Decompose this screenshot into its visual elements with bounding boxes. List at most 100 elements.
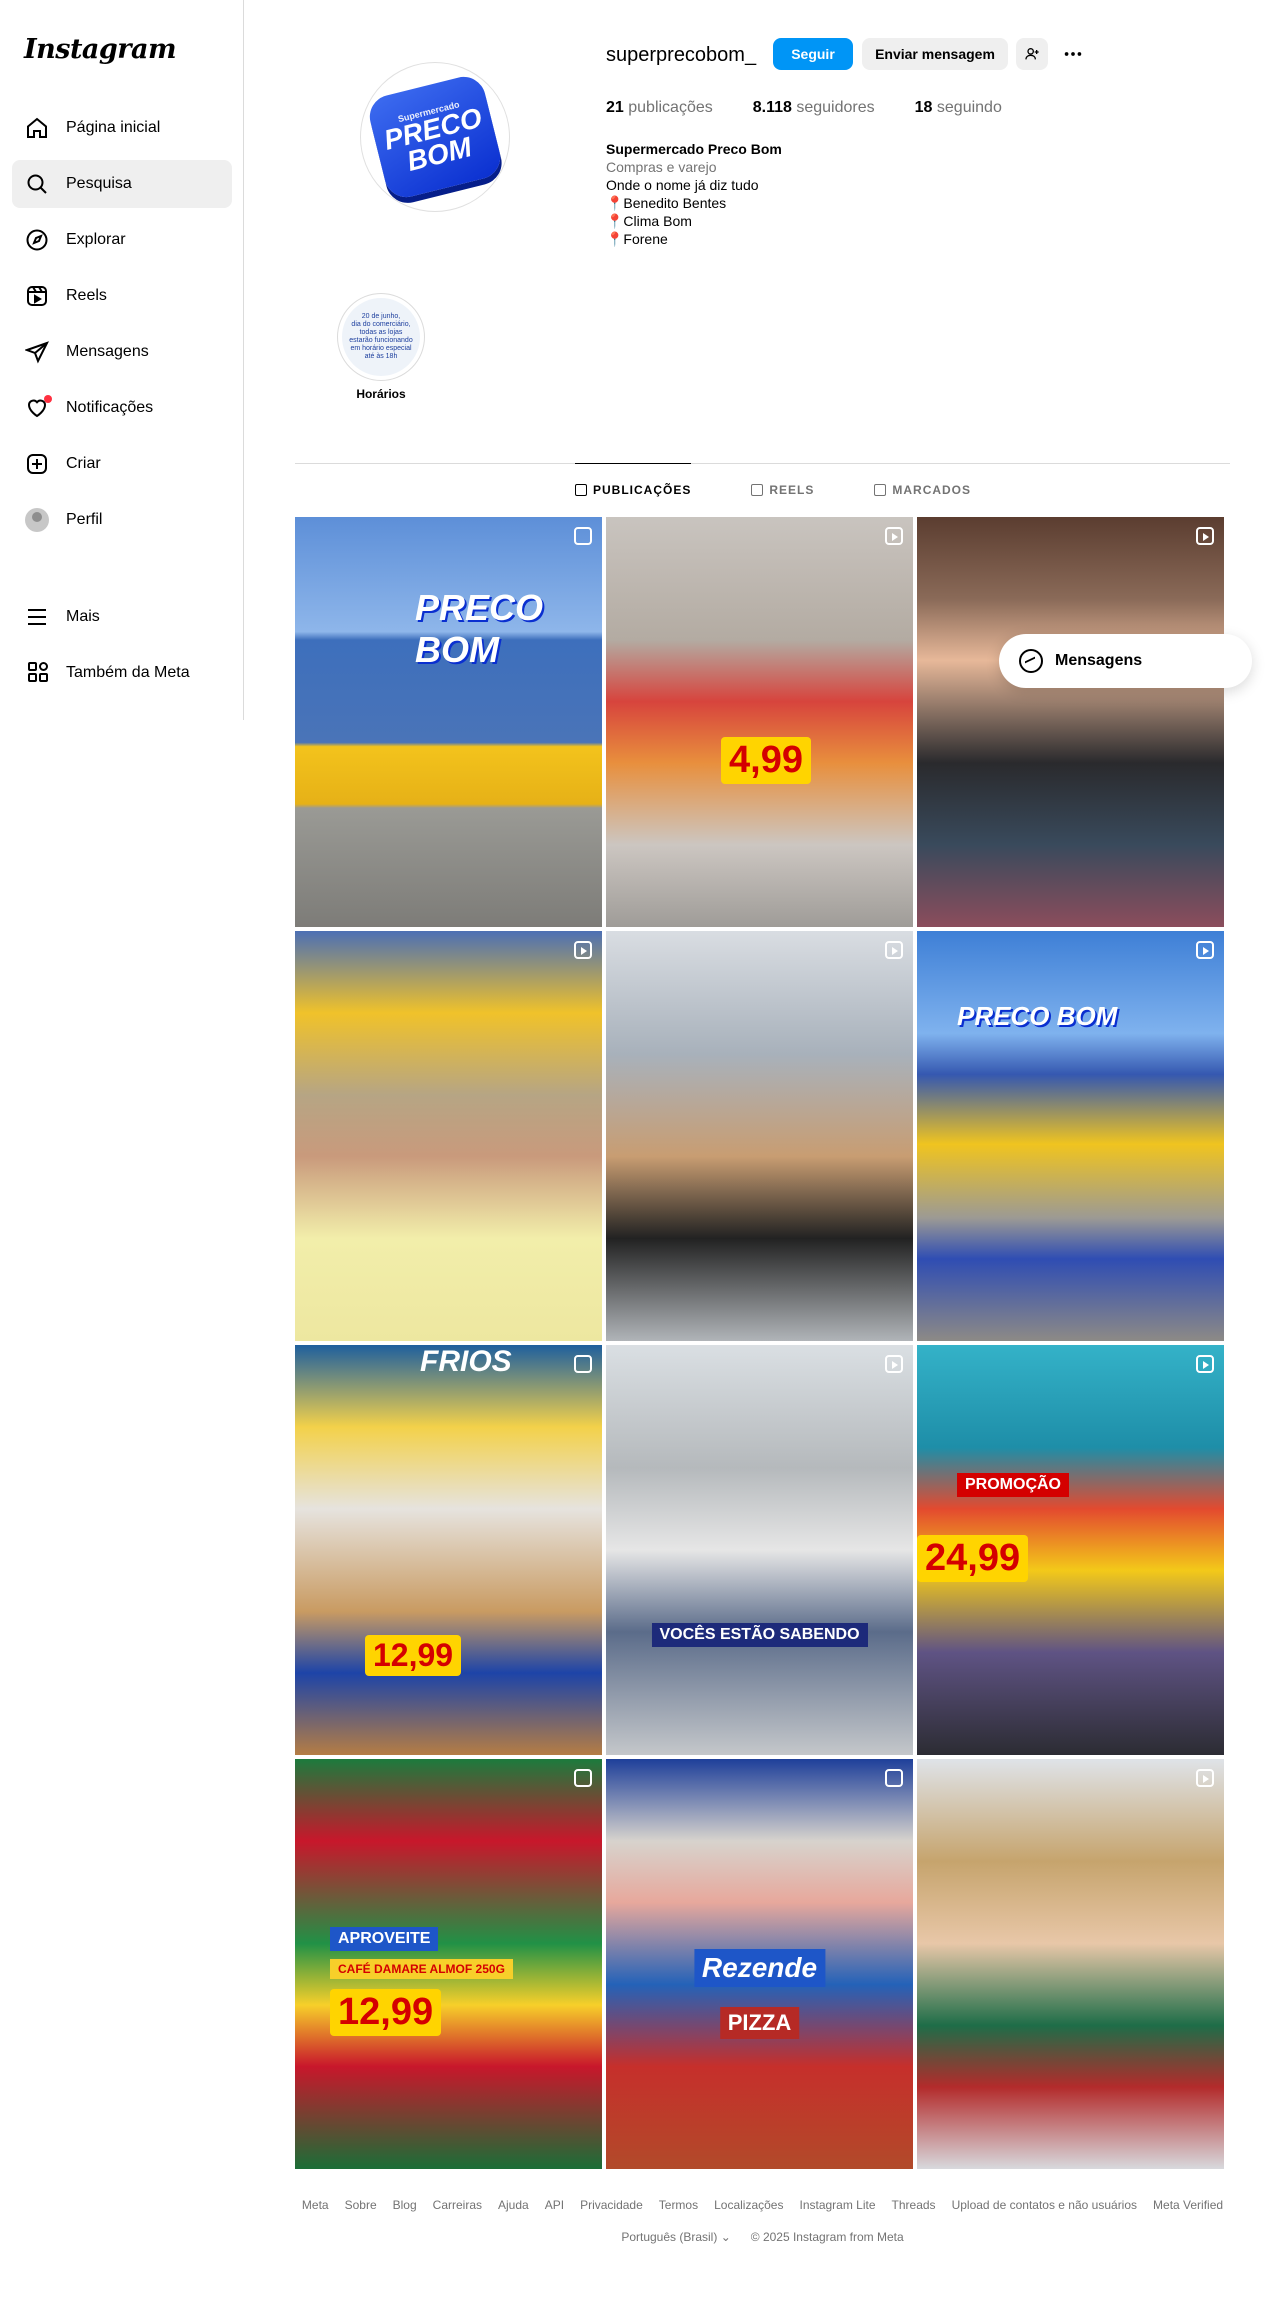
instagram-logo[interactable]: Instagram bbox=[24, 34, 177, 65]
main-nav: Página inicial Pesquisa Explorar Reels M… bbox=[12, 104, 232, 552]
bio-line: Onde o nome já diz tudo bbox=[606, 177, 759, 193]
follow-button[interactable]: Seguir bbox=[773, 38, 853, 70]
sidebar-item-label: Página inicial bbox=[66, 119, 161, 136]
reels-icon bbox=[24, 283, 50, 309]
reel-icon bbox=[1196, 527, 1214, 545]
post-tile[interactable] bbox=[606, 931, 913, 1341]
post-tile[interactable]: 4,99 bbox=[606, 517, 913, 927]
sidebar-item-label: Mensagens bbox=[66, 343, 149, 360]
reel-icon bbox=[885, 1355, 903, 1373]
tab-reels[interactable]: REELS bbox=[751, 463, 814, 515]
footer-link[interactable]: Upload de contatos e não usuários bbox=[952, 2198, 1137, 2212]
sidebar-item-home[interactable]: Página inicial bbox=[12, 104, 232, 152]
reel-icon bbox=[885, 527, 903, 545]
sidebar-item-explore[interactable]: Explorar bbox=[12, 216, 232, 264]
footer-link[interactable]: Blog bbox=[393, 2198, 417, 2212]
home-icon bbox=[24, 115, 50, 141]
profile-tabs: PUBLICAÇÕES REELS MARCADOS bbox=[575, 463, 971, 515]
profile-picture[interactable]: Supermercado PRECO BOM bbox=[360, 62, 510, 212]
reel-icon bbox=[1196, 941, 1214, 959]
heart-icon bbox=[24, 395, 52, 421]
sidebar-item-label: Pesquisa bbox=[66, 175, 132, 192]
footer-link[interactable]: API bbox=[545, 2198, 564, 2212]
sidebar-item-label: Notificações bbox=[66, 399, 154, 416]
footer-link[interactable]: Threads bbox=[892, 2198, 936, 2212]
suggest-user-button[interactable] bbox=[1016, 38, 1048, 70]
tab-posts[interactable]: PUBLICAÇÕES bbox=[575, 463, 692, 515]
sidebar: Instagram Página inicial Pesquisa Explor… bbox=[0, 0, 244, 720]
carousel-icon bbox=[574, 1769, 592, 1787]
copyright: © 2025 Instagram from Meta bbox=[750, 2230, 904, 2244]
sidebar-item-profile[interactable]: Perfil bbox=[12, 496, 232, 544]
highlight-label: Horários bbox=[356, 387, 406, 401]
footer-links: Meta Sobre Blog Carreiras Ajuda API Priv… bbox=[295, 2198, 1230, 2212]
floating-messages-button[interactable]: Mensagens bbox=[999, 634, 1252, 688]
sidebar-item-label: Criar bbox=[66, 455, 101, 472]
post-tile[interactable]: PRECO BOM bbox=[295, 517, 602, 927]
tagged-icon bbox=[874, 483, 887, 496]
notification-dot bbox=[44, 395, 52, 403]
post-tile[interactable]: Rezende PIZZA bbox=[606, 1759, 913, 2169]
footer-link[interactable]: Carreiras bbox=[433, 2198, 482, 2212]
language-select[interactable]: Português (Brasil) ⌄ bbox=[621, 2230, 730, 2244]
sidebar-item-create[interactable]: Criar bbox=[12, 440, 232, 488]
sidebar-item-reels[interactable]: Reels bbox=[12, 272, 232, 320]
carousel-icon bbox=[574, 1355, 592, 1373]
sidebar-item-label: Reels bbox=[66, 287, 107, 304]
sidebar-item-notifications[interactable]: Notificações bbox=[12, 384, 232, 432]
avatar bbox=[24, 507, 50, 533]
footer-link[interactable]: Meta bbox=[302, 2198, 329, 2212]
highlight-cover: 20 de junho, dia do comerciário, todas a… bbox=[342, 298, 420, 376]
footer-link[interactable]: Localizações bbox=[714, 2198, 783, 2212]
carousel-icon bbox=[574, 527, 592, 545]
footer-link[interactable]: Ajuda bbox=[498, 2198, 529, 2212]
more-options-button[interactable] bbox=[1058, 38, 1088, 70]
post-tile[interactable] bbox=[917, 1759, 1224, 2169]
story-highlight[interactable]: 20 de junho, dia do comerciário, todas a… bbox=[337, 293, 425, 401]
profile-username: superprecobom_ bbox=[606, 44, 757, 66]
post-tile[interactable] bbox=[917, 517, 1224, 927]
sidebar-item-messages[interactable]: Mensagens bbox=[12, 328, 232, 376]
bio-location: 📍Clima Bom bbox=[606, 213, 692, 229]
sidebar-bottom: Mais Também da Meta bbox=[12, 593, 232, 705]
post-tile[interactable]: PRECO BOM bbox=[917, 931, 1224, 1341]
reels-icon bbox=[751, 483, 764, 496]
carousel-icon bbox=[885, 1769, 903, 1787]
add-person-icon bbox=[1025, 48, 1039, 60]
compass-icon bbox=[24, 227, 50, 253]
sidebar-item-search[interactable]: Pesquisa bbox=[12, 160, 232, 208]
bio-location: 📍Benedito Bentes bbox=[606, 195, 727, 211]
post-tile[interactable]: VOCÊS ESTÃO SABENDO bbox=[606, 1345, 913, 1755]
post-tile[interactable] bbox=[295, 931, 602, 1341]
meta-apps-icon bbox=[24, 660, 50, 686]
reel-icon bbox=[574, 941, 592, 959]
footer-link[interactable]: Termos bbox=[659, 2198, 698, 2212]
menu-icon bbox=[24, 604, 50, 630]
sidebar-item-more[interactable]: Mais bbox=[12, 593, 232, 641]
reel-icon bbox=[1196, 1355, 1214, 1373]
post-tile[interactable]: PROMOÇÃO 24,99 bbox=[917, 1345, 1224, 1755]
preco-bom-logo: Supermercado PRECO BOM bbox=[365, 72, 505, 202]
sidebar-item-label: Explorar bbox=[66, 231, 126, 248]
footer-link[interactable]: Sobre bbox=[345, 2198, 377, 2212]
bio-location: 📍Forene bbox=[606, 231, 668, 247]
post-tile[interactable]: APROVEITE CAFÉ DAMARE ALMOF 250G 12,99 bbox=[295, 1759, 602, 2169]
send-message-button[interactable]: Enviar mensagem bbox=[862, 38, 1008, 70]
profile-name: Supermercado Preco Bom bbox=[606, 141, 782, 157]
profile-category: Compras e varejo bbox=[606, 159, 717, 175]
following-count[interactable]: 18 seguindo bbox=[915, 99, 1002, 117]
tab-tagged[interactable]: MARCADOS bbox=[874, 463, 971, 515]
plus-square-icon bbox=[24, 451, 50, 477]
grid-icon bbox=[575, 483, 587, 496]
send-icon bbox=[24, 339, 50, 365]
reel-icon bbox=[1196, 1769, 1214, 1787]
profile-bio: Supermercado Preco Bom Compras e varejo … bbox=[606, 140, 782, 248]
footer-link[interactable]: Privacidade bbox=[580, 2198, 643, 2212]
profile-stats: 21 publicações 8.118 seguidores 18 segui… bbox=[606, 99, 1002, 117]
sidebar-item-also-from-meta[interactable]: Também da Meta bbox=[12, 649, 232, 697]
footer-link[interactable]: Instagram Lite bbox=[799, 2198, 875, 2212]
post-tile[interactable]: FRIOS 12,99 bbox=[295, 1345, 602, 1755]
footer-link[interactable]: Meta Verified bbox=[1153, 2198, 1223, 2212]
followers-count[interactable]: 8.118 seguidores bbox=[753, 99, 875, 117]
posts-grid: PRECO BOM 4,99 PRECO BOM FRIOS 12,99 VOC… bbox=[295, 517, 1227, 2169]
